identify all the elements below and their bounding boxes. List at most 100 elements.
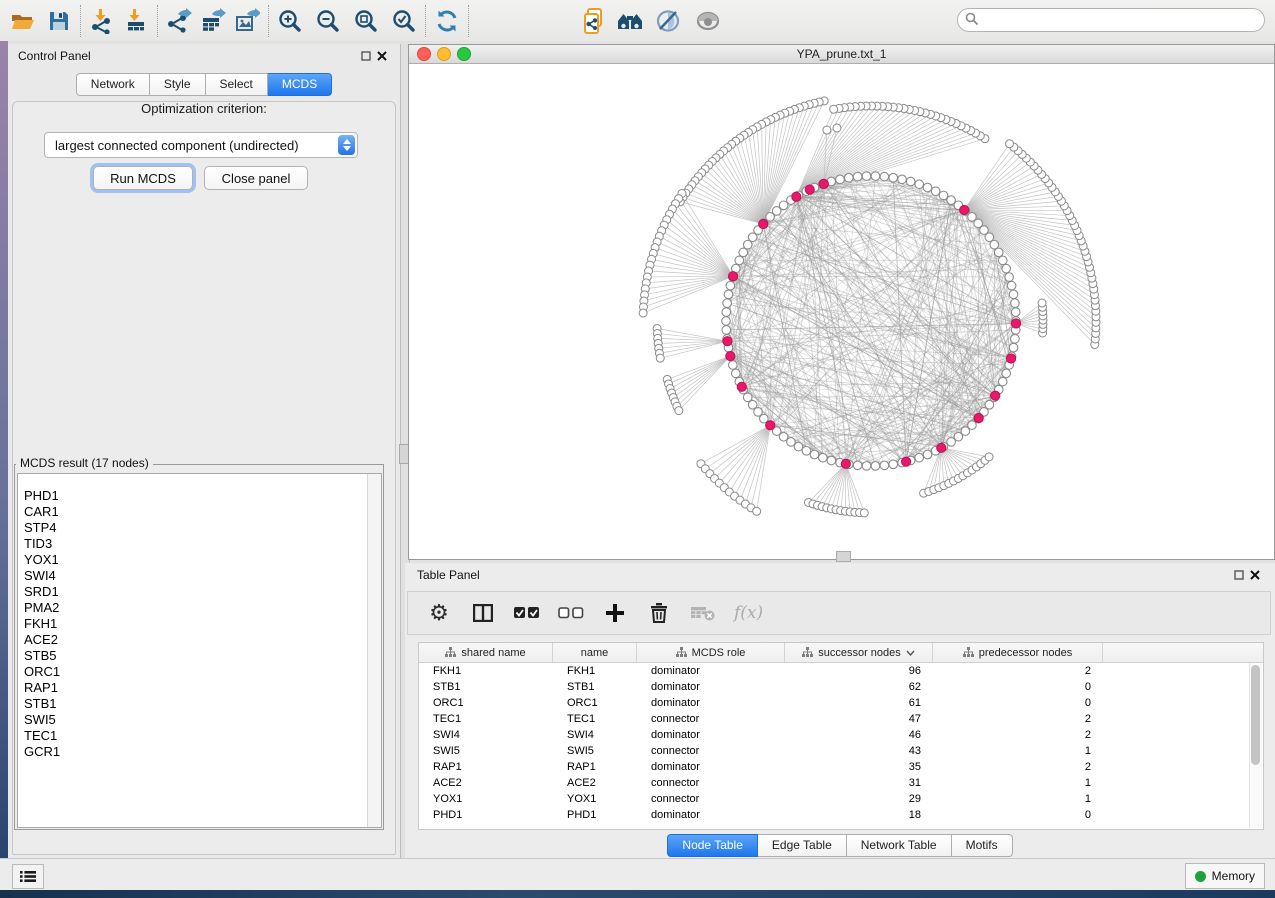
- network-node[interactable]: [810, 450, 819, 459]
- network-node[interactable]: [802, 446, 811, 455]
- search-input[interactable]: [957, 8, 1265, 32]
- network-node[interactable]: [994, 248, 1003, 257]
- column-header-shared-name[interactable]: shared name: [419, 643, 553, 662]
- tab-network[interactable]: Network: [76, 73, 150, 96]
- tab-select[interactable]: Select: [206, 73, 268, 96]
- close-icon[interactable]: [374, 48, 390, 64]
- network-node[interactable]: [1005, 273, 1014, 282]
- mcds-hub-node[interactable]: [805, 185, 814, 194]
- network-node[interactable]: [915, 453, 924, 462]
- table-row[interactable]: PHD1PHD1dominator180: [419, 807, 1263, 823]
- network-node[interactable]: [1011, 335, 1020, 344]
- network-node[interactable]: [871, 172, 880, 181]
- network-node[interactable]: [1002, 369, 1011, 378]
- network-node[interactable]: [1009, 343, 1018, 352]
- network-node[interactable]: [726, 281, 735, 290]
- mcds-hub-node[interactable]: [991, 391, 1000, 400]
- network-node[interactable]: [787, 438, 796, 447]
- criterion-dropdown[interactable]: largest connected component (undirected): [44, 132, 358, 158]
- close-panel-button[interactable]: Close panel: [204, 166, 308, 190]
- gear-icon[interactable]: ⚙: [426, 600, 452, 626]
- network-node[interactable]: [729, 361, 738, 370]
- network-leaf-node[interactable]: [823, 126, 831, 134]
- table-scrollbar[interactable]: [1249, 663, 1262, 828]
- mcds-hub-node[interactable]: [819, 179, 828, 188]
- network-node[interactable]: [1002, 264, 1011, 273]
- mcds-result-item[interactable]: PMA2: [18, 600, 381, 616]
- network-node[interactable]: [723, 299, 732, 308]
- network-node[interactable]: [853, 172, 862, 181]
- network-node[interactable]: [1009, 290, 1018, 299]
- table-row[interactable]: FKH1FKH1dominator962: [419, 663, 1263, 679]
- import-network-icon[interactable]: [87, 6, 117, 36]
- mcds-hub-node[interactable]: [726, 351, 735, 360]
- network-node[interactable]: [947, 196, 956, 205]
- mcds-result-item[interactable]: YOX1: [18, 552, 381, 568]
- network-node[interactable]: [998, 256, 1007, 265]
- add-column-icon[interactable]: [602, 600, 628, 626]
- tab-node-table[interactable]: Node Table: [667, 834, 758, 857]
- network-node[interactable]: [862, 462, 871, 471]
- network-node[interactable]: [1011, 299, 1020, 308]
- zoom-in-icon[interactable]: [275, 6, 305, 36]
- network-node[interactable]: [880, 461, 889, 470]
- network-leaf-node[interactable]: [985, 453, 993, 461]
- mcds-hub-node[interactable]: [792, 192, 801, 201]
- mcds-hub-node[interactable]: [1011, 319, 1020, 328]
- mcds-hub-node[interactable]: [841, 459, 850, 468]
- table-row[interactable]: RAP1RAP1dominator352: [419, 759, 1263, 775]
- network-canvas[interactable]: [409, 64, 1274, 559]
- network-leaf-node[interactable]: [833, 124, 841, 132]
- mcds-result-item[interactable]: STP4: [18, 520, 381, 536]
- network-node[interactable]: [827, 456, 836, 465]
- table-row[interactable]: STB1STB1dominator620: [419, 679, 1263, 695]
- mcds-result-item[interactable]: ORC1: [18, 664, 381, 680]
- network-leaf-node[interactable]: [1038, 299, 1046, 307]
- mcds-result-item[interactable]: TEC1: [18, 728, 381, 744]
- delete-column-icon[interactable]: [646, 600, 672, 626]
- network-leaf-node[interactable]: [860, 509, 868, 517]
- mcds-result-item[interactable]: SRD1: [18, 584, 381, 600]
- network-node[interactable]: [915, 180, 924, 189]
- mcds-result-item[interactable]: FKH1: [18, 616, 381, 632]
- mcds-list-scrollbar[interactable]: [367, 474, 381, 827]
- network-node[interactable]: [898, 175, 907, 184]
- table-row[interactable]: YOX1YOX1connector291: [419, 791, 1263, 807]
- delete-table-icon[interactable]: [690, 600, 716, 626]
- network-node[interactable]: [794, 442, 803, 451]
- binoculars-icon[interactable]: [615, 6, 645, 36]
- show-checked-columns-icon[interactable]: [514, 600, 540, 626]
- zoom-selected-icon[interactable]: [389, 6, 419, 36]
- mcds-result-item[interactable]: GCR1: [18, 744, 381, 760]
- mcds-result-item[interactable]: STB1: [18, 696, 381, 712]
- table-row[interactable]: ACE2ACE2connector311: [419, 775, 1263, 791]
- close-icon[interactable]: [1247, 567, 1263, 583]
- mcds-hub-node[interactable]: [737, 382, 746, 391]
- mcds-hub-node[interactable]: [901, 457, 910, 466]
- vizmapper-disabled-icon[interactable]: [653, 6, 683, 36]
- table-row[interactable]: TEC1TEC1connector472: [419, 711, 1263, 727]
- column-header-name[interactable]: name: [553, 643, 637, 662]
- network-node[interactable]: [1007, 281, 1016, 290]
- network-node[interactable]: [739, 248, 748, 257]
- horizontal-splitter-handle[interactable]: [836, 551, 851, 562]
- network-node[interactable]: [862, 172, 871, 181]
- table-scrollbar-thumb[interactable]: [1251, 665, 1260, 765]
- run-mcds-button[interactable]: Run MCDS: [93, 166, 193, 190]
- column-header-successor-nodes[interactable]: successor nodes: [785, 643, 933, 662]
- mcds-hub-node[interactable]: [960, 205, 969, 214]
- save-icon[interactable]: [44, 6, 74, 36]
- float-icon[interactable]: [358, 48, 374, 64]
- column-header-predecessor-nodes[interactable]: predecessor nodes: [933, 643, 1103, 662]
- mcds-hub-node[interactable]: [723, 337, 732, 346]
- import-table-icon[interactable]: [121, 6, 151, 36]
- mcds-hub-node[interactable]: [728, 272, 737, 281]
- mcds-hub-node[interactable]: [1006, 354, 1015, 363]
- column-header-MCDS-role[interactable]: MCDS role: [637, 643, 785, 662]
- network-node[interactable]: [939, 191, 948, 200]
- network-leaf-node[interactable]: [753, 507, 761, 515]
- network-node[interactable]: [889, 173, 898, 182]
- network-node[interactable]: [722, 317, 731, 326]
- float-icon[interactable]: [1231, 567, 1247, 583]
- eye-icon[interactable]: [693, 6, 723, 36]
